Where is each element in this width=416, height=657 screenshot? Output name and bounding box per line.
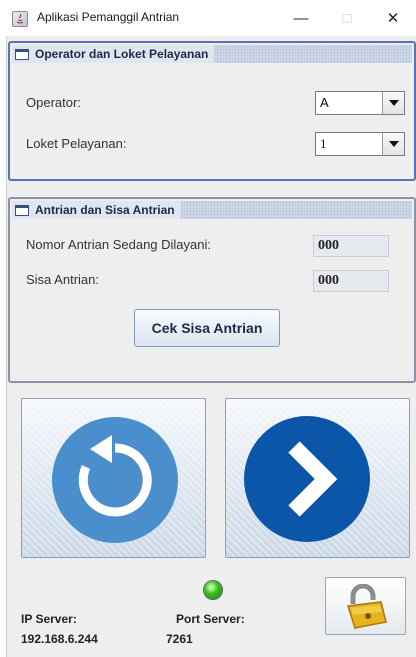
internal-frame-icon [15,48,29,60]
loket-label: Loket Pelayanan: [26,136,127,151]
current-queue-label: Nomor Antrian Sedang Dilayani: [26,237,211,252]
operator-selected-value: A [320,95,329,110]
unlocked-padlock-icon [347,584,387,629]
repeat-call-button[interactable] [21,398,206,558]
port-server-value: 7261 [166,632,193,646]
replay-icon [52,417,178,543]
next-call-button[interactable] [225,398,410,558]
remaining-queue-label: Sisa Antrian: [26,272,99,287]
operator-panel: Operator dan Loket Pelayanan Operator: A… [8,41,416,181]
loket-select[interactable]: 1 [315,132,405,156]
window-title: Aplikasi Pemanggil Antrian [37,10,180,24]
operator-panel-title: Operator dan Loket Pelayanan [35,47,209,61]
current-queue-field: 000 [313,235,389,257]
next-chevron-icon [244,416,370,542]
operator-panel-header[interactable]: Operator dan Loket Pelayanan [12,45,412,63]
lock-toggle-button[interactable] [325,577,406,635]
close-button[interactable]: ✕ [370,0,416,36]
connection-status-led [204,581,222,599]
queue-panel-header[interactable]: Antrian dan Sisa Antrian [12,201,412,219]
minimize-button[interactable]: — [278,0,324,36]
queue-panel: Antrian dan Sisa Antrian Nomor Antrian S… [8,197,416,383]
operator-label: Operator: [26,95,81,110]
port-server-label: Port Server: [176,612,245,626]
chevron-down-icon[interactable] [382,133,404,155]
chevron-down-icon[interactable] [382,92,404,114]
remaining-queue-field: 000 [313,270,389,292]
maximize-button[interactable]: □ [324,0,370,36]
internal-frame-icon [15,204,29,216]
ip-server-label: IP Server: [21,612,77,626]
ip-server-value: 192.168.6.244 [21,632,98,646]
title-bar[interactable]: Aplikasi Pemanggil Antrian — □ ✕ [0,0,416,36]
check-remaining-button[interactable]: Cek Sisa Antrian [134,309,280,347]
loket-selected-value: 1 [320,136,327,151]
operator-select[interactable]: A [315,91,405,115]
queue-panel-title: Antrian dan Sisa Antrian [35,203,175,217]
java-app-icon [12,11,28,27]
